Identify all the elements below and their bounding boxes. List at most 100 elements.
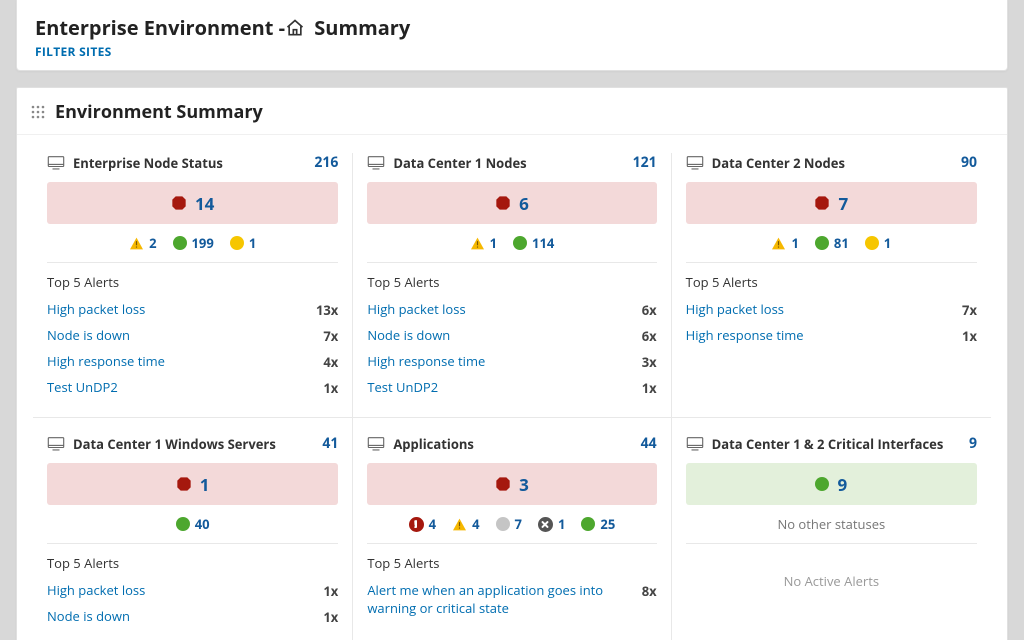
environment-summary-panel: Environment Summary Enterprise Node Stat…: [16, 87, 1008, 640]
status-breakdown-empty: No other statuses: [686, 513, 977, 544]
panel-title: Environment Summary: [17, 88, 1007, 135]
card-total-link[interactable]: 9: [969, 434, 977, 453]
top-alerts-heading: Top 5 Alerts: [367, 273, 656, 291]
status-item[interactable]: 4: [452, 515, 479, 533]
critical-bang-icon: !: [409, 517, 424, 532]
status-breakdown: 1 114: [367, 232, 656, 263]
monitor-icon: [686, 156, 704, 170]
alert-count: 7x: [323, 327, 338, 345]
unknown-icon: [230, 236, 244, 250]
card-total-link[interactable]: 216: [314, 153, 338, 172]
alert-count: 8x: [642, 582, 657, 600]
alert-row: Node is down1x: [47, 604, 338, 630]
alert-count: 7x: [962, 301, 977, 319]
status-item[interactable]: 1: [230, 234, 256, 252]
alert-count: 1x: [962, 327, 977, 345]
hero-status[interactable]: 6: [367, 182, 656, 224]
warning-icon: [470, 237, 485, 250]
alert-count: 3x: [642, 353, 657, 371]
status-breakdown: 2 199 1: [47, 232, 338, 263]
card-total-link[interactable]: 41: [322, 434, 338, 453]
card-total-link[interactable]: 121: [633, 153, 657, 172]
status-item[interactable]: 1: [470, 234, 497, 252]
hero-status[interactable]: 7: [686, 182, 977, 224]
top-alerts-heading: Top 5 Alerts: [686, 273, 977, 291]
card-title: Data Center 1 Nodes: [367, 154, 526, 172]
status-item[interactable]: 1: [771, 234, 798, 252]
status-item[interactable]: 1: [865, 234, 891, 252]
alert-link[interactable]: High packet loss: [686, 301, 784, 319]
alert-row: Node is down 7x: [47, 323, 338, 349]
alert-link[interactable]: High packet loss: [47, 582, 145, 600]
page-header: Enterprise Environment - Summary FILTER …: [16, 0, 1008, 71]
status-item[interactable]: 81: [815, 234, 849, 252]
top-alerts-heading: Top 5 Alerts: [47, 554, 338, 572]
alert-row: Test UnDP21x: [367, 375, 656, 401]
top-alerts-heading: Top 5 Alerts: [367, 554, 656, 572]
alert-count: 6x: [642, 327, 657, 345]
critical-icon: [176, 476, 192, 492]
alert-link[interactable]: Node is down: [47, 608, 130, 626]
warning-icon: [129, 237, 144, 250]
monitor-icon: [47, 437, 65, 451]
alert-link[interactable]: Test UnDP2: [367, 379, 438, 397]
drag-icon[interactable]: [31, 105, 45, 119]
no-active-alerts: No Active Alerts: [686, 544, 977, 590]
alert-link[interactable]: Test UnDP2: [47, 379, 118, 397]
up-icon: [815, 236, 829, 250]
status-item[interactable]: 1: [538, 515, 565, 533]
hero-status[interactable]: 9: [686, 463, 977, 505]
status-item[interactable]: !4: [409, 515, 436, 533]
hero-status[interactable]: 3: [367, 463, 656, 505]
alert-row: High response time 3x: [367, 349, 656, 375]
alert-row: Test UnDP21x: [47, 375, 338, 401]
critical-icon: [495, 476, 511, 492]
warning-icon: [771, 237, 786, 250]
summary-card: Data Center 1 Nodes 121 6 1 114 Top 5 Alerts H…: [352, 153, 671, 417]
alert-row: High response time4x: [47, 349, 338, 375]
monitor-icon: [47, 156, 65, 170]
alert-link[interactable]: High response time: [686, 327, 804, 345]
card-title: Applications: [367, 435, 474, 453]
alert-link[interactable]: High packet loss: [367, 301, 465, 319]
status-item[interactable]: 199: [173, 234, 214, 252]
alert-link[interactable]: Node is down: [47, 327, 130, 345]
up-icon: [173, 236, 187, 250]
summary-card: Data Center 2 Nodes9071811Top 5 AlertsHi…: [672, 153, 991, 417]
alert-link[interactable]: High response time: [367, 353, 485, 371]
up-icon: [581, 517, 595, 531]
status-item[interactable]: 2: [129, 234, 156, 252]
status-item[interactable]: 40: [176, 515, 210, 533]
summary-card: Enterprise Node Status2161421991Top 5 Al…: [33, 153, 352, 417]
card-total-link[interactable]: 90: [961, 153, 977, 172]
alert-link[interactable]: High packet loss: [47, 301, 145, 319]
alert-row: High packet loss 1x: [47, 578, 338, 604]
hero-status[interactable]: 14: [47, 182, 338, 224]
alert-row: High response time 1x: [686, 323, 977, 349]
alert-link[interactable]: Node is down: [367, 327, 450, 345]
status-item[interactable]: 25: [581, 515, 615, 533]
filter-sites-link[interactable]: FILTER SITES: [35, 43, 989, 60]
up-icon: [176, 517, 190, 531]
alert-count: 1x: [323, 582, 338, 600]
status-breakdown: !4 471 25: [367, 513, 656, 544]
monitor-icon: [686, 437, 704, 451]
monitor-icon: [367, 156, 385, 170]
alert-link[interactable]: Alert me when an application goes into w…: [367, 582, 631, 617]
alert-count: 6x: [642, 301, 657, 319]
alert-row: High packet loss13x: [47, 297, 338, 323]
disabled-icon: [538, 517, 553, 532]
summary-card: Applications 44 3 !4 471 25 Top 5 Alerts Alert …: [352, 417, 671, 640]
summary-card: Data Center 1 Windows Servers41140Top 5 …: [33, 417, 352, 640]
top-alerts-heading: Top 5 Alerts: [47, 273, 338, 291]
alert-row: Alert me when an application goes into w…: [367, 578, 656, 621]
status-item[interactable]: 114: [513, 234, 554, 252]
monitor-icon: [367, 437, 385, 451]
up-icon: [513, 236, 527, 250]
status-item[interactable]: 7: [496, 515, 522, 533]
card-total-link[interactable]: 44: [641, 434, 657, 453]
unknown-icon: [865, 236, 879, 250]
hero-status[interactable]: 1: [47, 463, 338, 505]
page-title: Enterprise Environment - Summary: [35, 14, 989, 41]
alert-link[interactable]: High response time: [47, 353, 165, 371]
